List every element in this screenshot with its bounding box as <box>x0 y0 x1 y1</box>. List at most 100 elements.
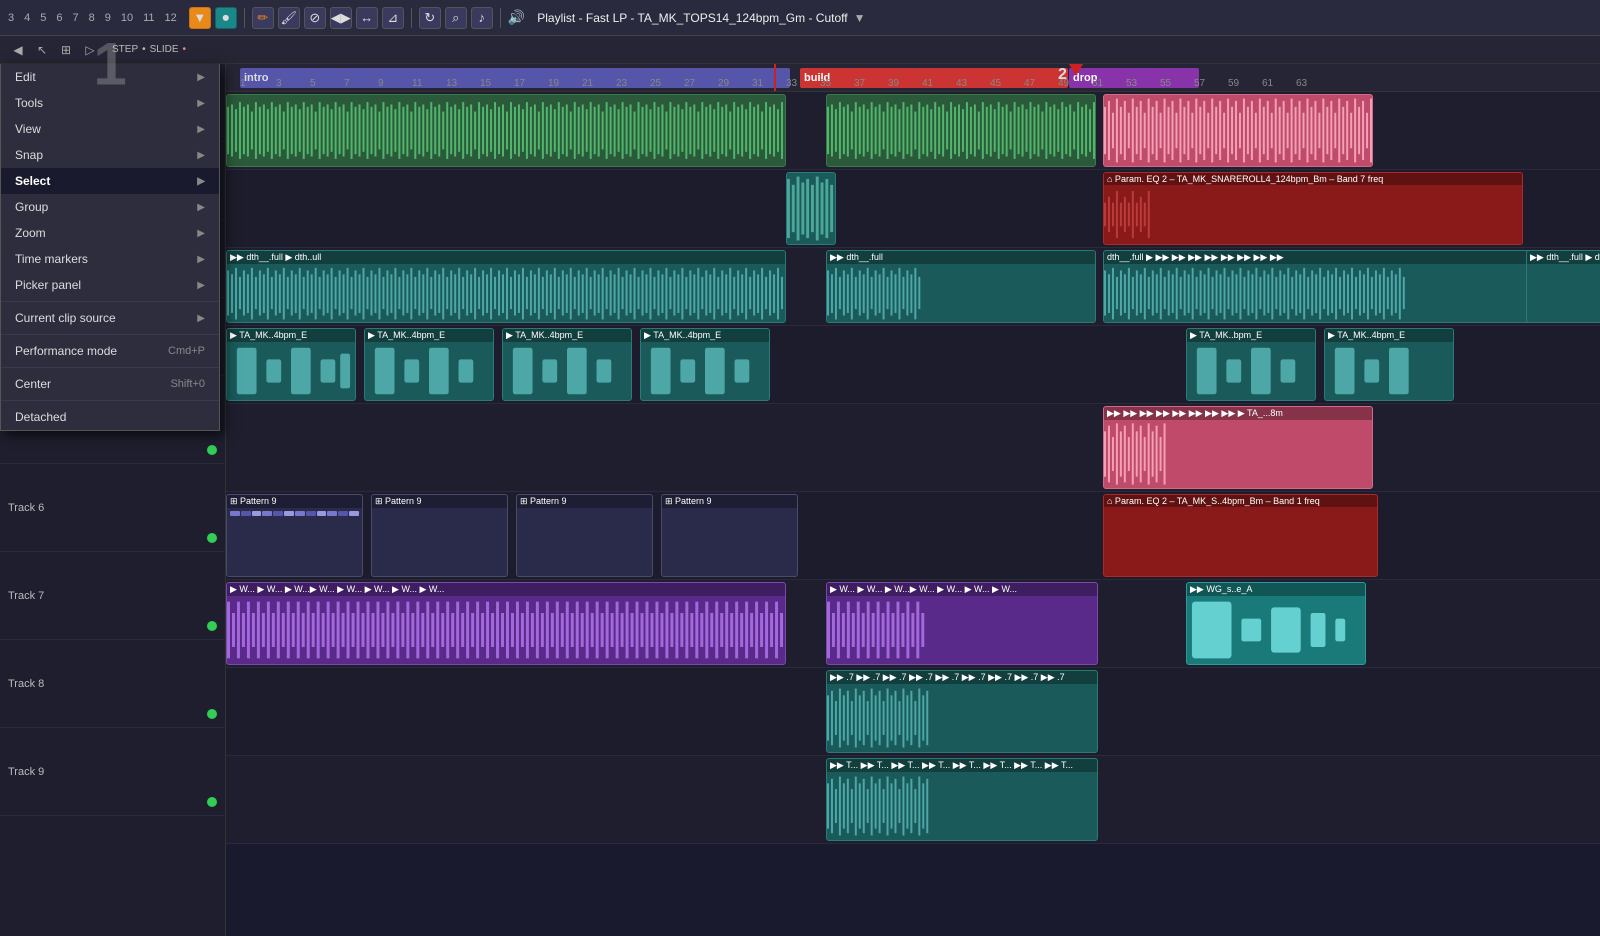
ruler-num-45: 45 <box>990 78 1001 89</box>
note-tool[interactable]: ♪ <box>471 7 493 29</box>
dropdown-arrow[interactable]: ▼ <box>854 11 866 25</box>
menu-tools-arrow: ▶ <box>197 98 205 109</box>
clip-track3-4[interactable]: ▶▶ dth__.full ▶ dth_..ful <box>1526 250 1600 323</box>
triangle-btn[interactable]: ▷ <box>80 40 100 60</box>
ruler-num-7: 7 <box>344 78 350 89</box>
clip-track4-2[interactable]: ▶ TA_MK..4bpm_E <box>364 328 494 401</box>
clip-track2-mid[interactable] <box>786 172 836 245</box>
menu-item-center[interactable]: Center Shift+0 <box>1 371 219 397</box>
clip-track4-3-label: ▶ TA_MK..4bpm_E <box>503 329 631 342</box>
clip-track4-4-label: ▶ TA_MK..4bpm_E <box>641 329 769 342</box>
menu-item-performance[interactable]: Performance mode Cmd+P <box>1 338 219 364</box>
track-label-9: Track 9 <box>0 728 225 815</box>
clip-track4-5[interactable]: ▶ TA_MK..bpm_E <box>1186 328 1316 401</box>
clip-track7-intro[interactable]: ▶ W... ▶ W... ▶ W...▶ W... ▶ W... ▶ W...… <box>226 582 786 665</box>
loop-tool[interactable]: ↻ <box>419 7 441 29</box>
clip-track4-1[interactable]: ▶ TA_MK..4bpm_E <box>226 328 356 401</box>
connect-btn[interactable]: ⊞ <box>56 40 76 60</box>
clip-track6-build[interactable]: ⌂ Param. EQ 2 – TA_MK_S..4bpm_Bm – Band … <box>1103 494 1378 577</box>
menu-snap-label: Snap <box>15 148 43 162</box>
menu-item-picker-panel[interactable]: Picker panel ▶ <box>1 272 219 298</box>
clip-track9-build[interactable]: ▶▶ T... ▶▶ T... ▶▶ T... ▶▶ T... ▶▶ T... … <box>826 758 1098 841</box>
track-label-7: Track 7 <box>0 552 225 639</box>
ruler-num-31: 31 <box>752 78 763 89</box>
menu-picker-panel-arrow: ▶ <box>197 280 205 291</box>
menu-group-arrow: ▶ <box>197 202 205 213</box>
speaker-icon: 🔊 <box>508 9 525 26</box>
clip-track8-build[interactable]: ▶▶ .7 ▶▶ .7 ▶▶ .7 ▶▶ .7 ▶▶ .7 ▶▶ .7 ▶▶ .… <box>826 670 1098 753</box>
track-content-4: ▶ TA_MK..4bpm_E ▶ TA_MK..4bpm_E <box>226 326 1600 404</box>
menu-item-tools[interactable]: Tools ▶ <box>1 90 219 116</box>
menu-zoom-arrow: ▶ <box>197 228 205 239</box>
clip-track6-build-label: ⌂ Param. EQ 2 – TA_MK_S..4bpm_Bm – Band … <box>1104 495 1377 507</box>
ruler-num-41: 41 <box>922 78 933 89</box>
menu-divider-3 <box>1 367 219 368</box>
clip-track6-pattern2-label: ⊞ Pattern 9 <box>372 495 507 508</box>
menu-center-label: Center <box>15 377 51 391</box>
clip-track6-pattern4[interactable]: ⊞ Pattern 9 <box>661 494 798 577</box>
waveform-track4-2 <box>365 342 493 400</box>
track-label-8: Track 8 <box>0 640 225 727</box>
playlist-title: Playlist - Fast LP - TA_MK_TOPS14_124bpm… <box>537 11 865 25</box>
clip-track6-pattern3[interactable]: ⊞ Pattern 9 <box>516 494 653 577</box>
slide-label: SLIDE <box>150 44 179 55</box>
clip-track3-intro[interactable]: ▶▶ dth__.full ▶ dth..ull <box>226 250 786 323</box>
menu-group-label: Group <box>15 200 48 214</box>
menu-item-select[interactable]: Select ▶ <box>1 168 219 194</box>
menu-select-arrow: ▶ <box>197 176 205 187</box>
clip-track1-break[interactable] <box>826 94 1096 167</box>
ruler-num-61: 61 <box>1262 78 1273 89</box>
menu-item-view[interactable]: View ▶ <box>1 116 219 142</box>
clip-track5-build[interactable]: ▶▶ ▶▶ ▶▶ ▶▶ ▶▶ ▶▶ ▶▶ ▶▶ ▶ TA_...8m <box>1103 406 1373 489</box>
menu-tools-label: Tools <box>15 96 43 110</box>
track-content-2: ⌂ Param. EQ 2 – TA_MK_SNAREROLL4_124bpm_… <box>226 170 1600 248</box>
cursor-btn[interactable]: ↖ <box>32 40 52 60</box>
zoom-tool[interactable]: ⌕ <box>445 7 467 29</box>
erase-tool[interactable]: ⊘ <box>304 7 326 29</box>
waveform-track4-6 <box>1325 342 1453 400</box>
clip-track3-2[interactable]: ▶▶ dth__.full <box>826 250 1096 323</box>
clip-track7-build[interactable]: ▶ W... ▶ W... ▶ W...▶ W... ▶ W... ▶ W...… <box>826 582 1098 665</box>
menu-item-group[interactable]: Group ▶ <box>1 194 219 220</box>
track-content-5: ▶▶ ▶▶ ▶▶ ▶▶ ▶▶ ▶▶ ▶▶ ▶▶ ▶ TA_...8m <box>226 404 1600 492</box>
menu-item-time-markers[interactable]: Time markers ▶ <box>1 246 219 272</box>
clip-track8-build-label: ▶▶ .7 ▶▶ .7 ▶▶ .7 ▶▶ .7 ▶▶ .7 ▶▶ .7 ▶▶ .… <box>827 671 1097 684</box>
mirror-tool[interactable]: ↔ <box>356 7 378 29</box>
clip-track7-drop[interactable]: ▶▶ WG_s..e_A <box>1186 582 1366 665</box>
menu-item-detached[interactable]: Detached <box>1 404 219 430</box>
slice-tool[interactable]: ⊿ <box>382 7 404 29</box>
clip-track4-3[interactable]: ▶ TA_MK..4bpm_E <box>502 328 632 401</box>
clip-track6-pattern2[interactable]: ⊞ Pattern 9 <box>371 494 508 577</box>
record-button[interactable]: ⏺ <box>215 7 237 29</box>
ruler-num-15: 15 <box>480 78 491 89</box>
track-content-9: ▶▶ T... ▶▶ T... ▶▶ T... ▶▶ T... ▶▶ T... … <box>226 756 1600 844</box>
menu-select-label: Select <box>15 174 50 188</box>
menu-picker-panel-label: Picker panel <box>15 278 81 292</box>
ruler-num-9: 9 <box>378 78 384 89</box>
paint-tool[interactable]: 🖌 <box>278 7 300 29</box>
tracks-content[interactable]: ⌂ Param. EQ 2 – TA_MK_SNAREROLL4_124bpm_… <box>226 92 1600 936</box>
ruler-num-33: 33 <box>786 78 797 89</box>
mute-tool[interactable]: ◀▶ <box>330 7 352 29</box>
menu-zoom-label: Zoom <box>15 226 46 240</box>
waveform-track2-mid <box>787 173 835 244</box>
clip-track4-4[interactable]: ▶ TA_MK..4bpm_E <box>640 328 770 401</box>
clip-track6-pattern1[interactable]: ⊞ Pattern 9 <box>226 494 363 577</box>
clip-track3-4-label: ▶▶ dth__.full ▶ dth_..ful <box>1527 251 1600 264</box>
clip-track4-6[interactable]: ▶ TA_MK..4bpm_E <box>1324 328 1454 401</box>
menu-item-zoom[interactable]: Zoom ▶ <box>1 220 219 246</box>
menu-item-edit[interactable]: Edit ▶ <box>1 64 219 90</box>
clip-track1-intro[interactable] <box>226 94 786 167</box>
arrow-left-btn[interactable]: ◀ <box>8 40 28 60</box>
clip-track1-build[interactable] <box>1103 94 1373 167</box>
ruler-num-35: 35 <box>820 78 831 89</box>
menu-item-clip-source[interactable]: Current clip source ▶ <box>1 305 219 331</box>
draw-tool[interactable]: ✏ <box>252 7 274 29</box>
menu-time-markers-label: Time markers <box>15 252 88 266</box>
track-8-active-dot <box>207 709 217 719</box>
menu-edit-label: Edit <box>15 70 36 84</box>
menu-center-shortcut: Shift+0 <box>170 378 205 390</box>
menu-item-snap[interactable]: Snap ▶ <box>1 142 219 168</box>
dropdown-button[interactable]: ▼ <box>189 7 211 29</box>
clip-track2-snareroll[interactable]: ⌂ Param. EQ 2 – TA_MK_SNAREROLL4_124bpm_… <box>1103 172 1523 245</box>
